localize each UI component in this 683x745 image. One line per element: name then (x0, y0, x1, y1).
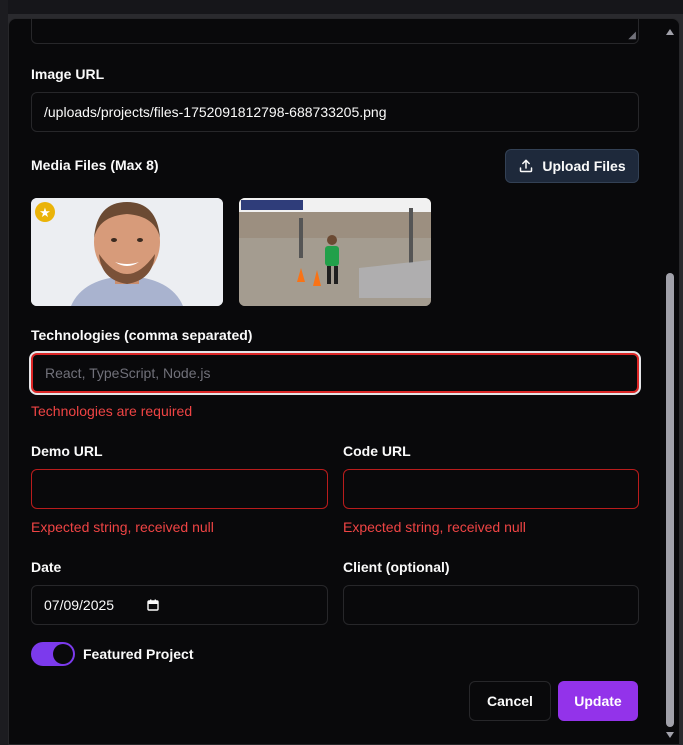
update-button[interactable]: Update (558, 681, 638, 721)
toggle-knob (53, 644, 73, 664)
image-url-label: Image URL (31, 66, 105, 82)
demo-url-error: Expected string, received null (31, 519, 214, 535)
technologies-label: Technologies (comma separated) (31, 327, 253, 343)
cancel-button[interactable]: Cancel (469, 681, 551, 721)
upload-icon (520, 159, 533, 173)
media-thumbnail[interactable]: ★ (31, 198, 223, 306)
resize-grip-icon: ◢ (628, 30, 636, 41)
code-url-error: Expected string, received null (343, 519, 526, 535)
demo-url-input[interactable] (31, 469, 328, 509)
scroll-up-icon[interactable] (666, 29, 674, 35)
edit-project-dialog: ◢ Image URL Media Files (Max 8) Upload F… (8, 18, 680, 745)
client-input[interactable] (343, 585, 639, 625)
scroll-down-icon[interactable] (666, 732, 674, 738)
image-url-input[interactable] (31, 92, 639, 132)
date-value: 07/09/2025 (44, 597, 115, 613)
demo-url-label: Demo URL (31, 443, 103, 459)
upload-files-button[interactable]: Upload Files (505, 149, 639, 183)
code-url-input[interactable] (343, 469, 639, 509)
scroll-thumb[interactable] (666, 273, 674, 727)
scrollbar[interactable] (663, 19, 677, 744)
portrait-photo (31, 198, 223, 306)
client-label: Client (optional) (343, 559, 450, 575)
technologies-input[interactable] (31, 353, 639, 393)
media-thumbnail[interactable] (239, 198, 431, 306)
backdrop-edge (0, 0, 8, 745)
upload-files-label: Upload Files (542, 158, 626, 174)
media-files-label: Media Files (Max 8) (31, 157, 159, 173)
date-label: Date (31, 559, 62, 575)
featured-project-label: Featured Project (83, 646, 194, 662)
technologies-error: Technologies are required (31, 403, 193, 419)
description-textarea[interactable]: ◢ (31, 19, 639, 44)
featured-project-toggle[interactable] (31, 642, 75, 666)
calendar-icon[interactable] (147, 599, 159, 611)
featured-star-icon: ★ (35, 202, 55, 222)
race-photo (239, 198, 431, 306)
backdrop (0, 0, 683, 14)
code-url-label: Code URL (343, 443, 411, 459)
date-input[interactable]: 07/09/2025 (31, 585, 328, 625)
